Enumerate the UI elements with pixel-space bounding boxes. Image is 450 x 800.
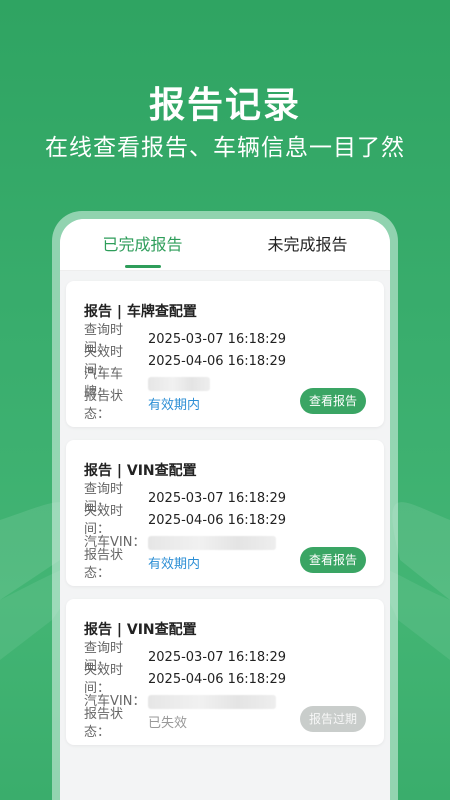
- tab-active-indicator: [124, 265, 161, 268]
- status-label: 报告状态：: [84, 548, 124, 581]
- page-subtitle: 在线查看报告、车辆信息一目了然: [45, 135, 405, 161]
- redacted-plate: [148, 377, 210, 391]
- expire-time-row: 失效时间： 2025-04-06 16:18:29: [84, 504, 287, 537]
- tab-incomplete-label: 未完成报告: [267, 235, 348, 254]
- expire-time-value: 2025-04-06 16:18:29: [148, 354, 287, 369]
- page-title: 报告记录: [148, 85, 301, 126]
- report-card: 报告 | VIN查配置 查询时间： 2025-03-07 16:18:29 失效…: [66, 599, 384, 745]
- query-time-value: 2025-03-07 16:18:29: [148, 491, 287, 506]
- report-title: 报告 | VIN查配置: [84, 622, 197, 638]
- expire-time-value: 2025-04-06 16:18:29: [148, 513, 287, 528]
- redacted-vin: [148, 695, 276, 709]
- tab-incomplete-reports[interactable]: 未完成报告: [225, 219, 390, 270]
- report-title: 报告 | 车牌查配置: [84, 304, 197, 320]
- status-badge: 已失效: [148, 716, 188, 731]
- expire-time-row: 失效时间： 2025-04-06 16:18:29: [84, 663, 287, 696]
- status-row: 报告状态： 已失效: [84, 707, 188, 740]
- status-row: 报告状态： 有效期内: [84, 548, 201, 581]
- tab-completed-reports[interactable]: 已完成报告: [60, 219, 225, 270]
- report-card: 报告 | 车牌查配置 查询时间： 2025-03-07 16:18:29 失效时…: [66, 281, 384, 427]
- report-tabs: 已完成报告 未完成报告: [60, 219, 390, 271]
- status-label: 报告状态：: [84, 707, 124, 740]
- view-report-button[interactable]: 查看报告: [300, 388, 366, 414]
- status-badge: 有效期内: [148, 398, 201, 413]
- expire-time-value: 2025-04-06 16:18:29: [148, 672, 287, 687]
- phone-screen: 已完成报告 未完成报告 报告 | 车牌查配置 查询时间： 2025-03-07 …: [60, 219, 390, 800]
- status-row: 报告状态： 有效期内: [84, 389, 201, 422]
- report-title: 报告 | VIN查配置: [84, 463, 197, 479]
- redacted-vin: [148, 536, 276, 550]
- tab-completed-label: 已完成报告: [102, 235, 183, 254]
- view-report-button[interactable]: 查看报告: [300, 547, 366, 573]
- status-label: 报告状态：: [84, 389, 124, 422]
- report-card: 报告 | VIN查配置 查询时间： 2025-03-07 16:18:29 失效…: [66, 440, 384, 586]
- query-time-value: 2025-03-07 16:18:29: [148, 650, 287, 665]
- query-time-value: 2025-03-07 16:18:29: [148, 332, 287, 347]
- status-badge: 有效期内: [148, 557, 201, 572]
- report-expired-button[interactable]: 报告过期: [300, 706, 366, 732]
